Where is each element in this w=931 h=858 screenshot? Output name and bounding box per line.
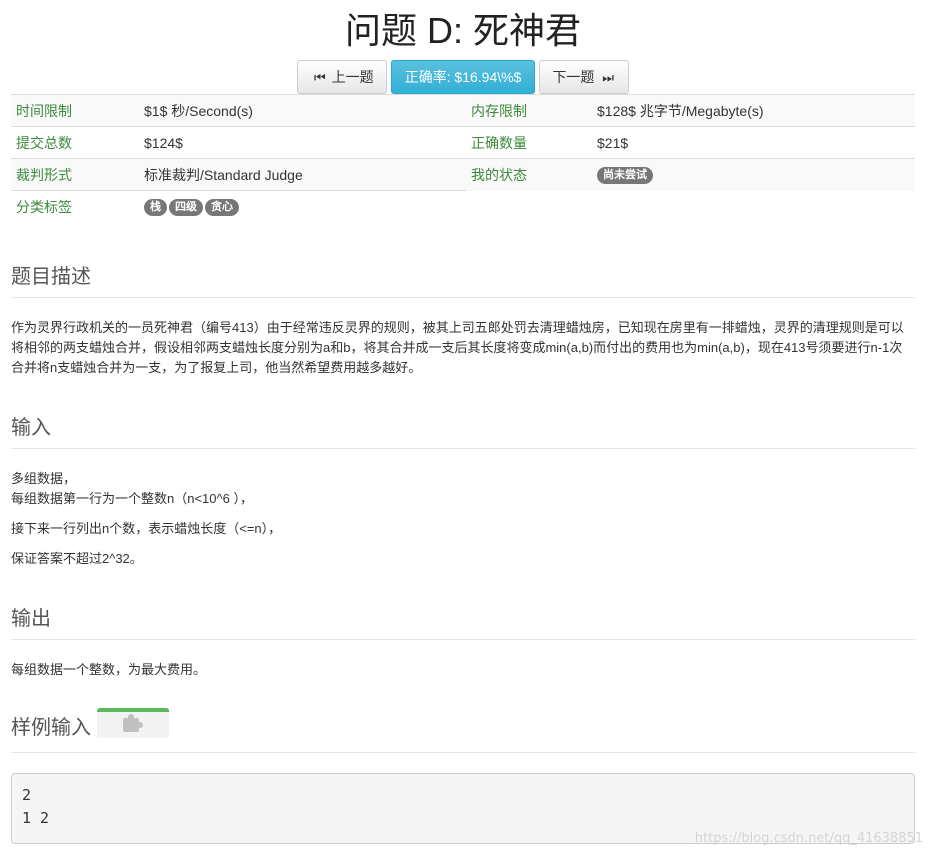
output-content: 每组数据一个整数，为最大费用。 <box>11 660 915 680</box>
status-badge: 尚未尝试 <box>597 167 653 185</box>
submissions-value: $124$ <box>139 126 466 159</box>
description-text: 作为灵界行政机关的一员死神君（编号413）由于经常违反灵界的规则，被其上司五郎处… <box>11 320 904 375</box>
skip-back-icon: ⏮ <box>314 70 326 85</box>
accepted-value: $21$ <box>592 126 915 159</box>
tag-badge[interactable]: 贪心 <box>205 199 239 216</box>
skip-forward-icon: ⏭ <box>602 70 614 85</box>
input-content: 多组数据， 每组数据第一行为一个整数n（n<10^6 ）， 接下来一行列出n个数… <box>11 469 915 569</box>
submissions-label: 提交总数 <box>11 126 139 159</box>
meta-row: 分类标签 栈四级 贪心 <box>11 190 915 222</box>
watermark: https://blog.csdn.net/qq_41638851 <box>694 831 923 846</box>
tags-cell: 栈四级 贪心 <box>139 190 466 222</box>
puzzle-icon <box>123 713 143 732</box>
memory-limit-label: 内存限制 <box>466 94 592 127</box>
next-problem-button[interactable]: 下一题 ⏭ <box>539 60 629 94</box>
accepted-label: 正确数量 <box>466 126 592 159</box>
judge-value: 标准裁判/Standard Judge <box>139 158 466 191</box>
meta-row: 提交总数 $124$ 正确数量 $21$ <box>11 126 915 159</box>
input-line: 接下来一行列出n个数，表示蜡烛长度（<=n）， <box>11 521 282 536</box>
next-problem-label: 下一题 <box>552 69 595 85</box>
tag-badge[interactable]: 四级 <box>169 199 203 216</box>
meta-row: 裁判形式 标准裁判/Standard Judge 我的状态 尚未尝试 <box>11 158 915 191</box>
output-text: 每组数据一个整数，为最大费用。 <box>11 662 207 677</box>
problem-page: 问题 D: 死神君 ⏮ 上一题 正确率: $16.94\%$ 下一题 ⏭ 时间限制 … <box>11 0 915 844</box>
status-cell: 尚未尝试 <box>592 158 915 191</box>
description-content: 作为灵界行政机关的一员死神君（编号413）由于经常违反灵界的规则，被其上司五郎处… <box>11 318 915 378</box>
meta-row: 时间限制 $1$ 秒/Second(s) 内存限制 $128$ 兆字节/Mega… <box>11 94 915 127</box>
description-heading: 题目描述 <box>11 260 915 298</box>
page-title: 问题 D: 死神君 <box>344 10 581 51</box>
tag-badge[interactable]: 栈 <box>144 199 167 216</box>
time-limit-value: $1$ 秒/Second(s) <box>139 94 466 127</box>
input-line: 保证答案不超过2^32。 <box>11 551 143 566</box>
copy-sample-button[interactable] <box>97 707 169 738</box>
accuracy-label: 正确率: $16.94\%$ <box>404 69 522 85</box>
time-limit-label: 时间限制 <box>11 94 139 127</box>
accuracy-button[interactable]: 正确率: $16.94\%$ <box>390 60 536 94</box>
problem-meta-table: 时间限制 $1$ 秒/Second(s) 内存限制 $128$ 兆字节/Mega… <box>11 94 915 222</box>
input-line: 每组数据第一行为一个整数n（n<10^6 ）， <box>11 491 253 506</box>
status-label: 我的状态 <box>466 158 592 191</box>
input-line: 多组数据， <box>11 471 77 486</box>
prev-problem-label: 上一题 <box>331 69 374 85</box>
input-heading: 输入 <box>11 411 915 449</box>
sample-input-heading: 样例输入 <box>11 707 915 753</box>
output-heading: 输出 <box>11 602 915 640</box>
problem-nav: ⏮ 上一题 正确率: $16.94\%$ 下一题 ⏭ <box>11 60 915 94</box>
memory-limit-value: $128$ 兆字节/Megabyte(s) <box>592 94 915 127</box>
tags-label: 分类标签 <box>11 190 139 222</box>
prev-problem-button[interactable]: ⏮ 上一题 <box>297 60 387 94</box>
sample-input-title: 样例输入 <box>11 717 91 739</box>
judge-label: 裁判形式 <box>11 158 139 191</box>
